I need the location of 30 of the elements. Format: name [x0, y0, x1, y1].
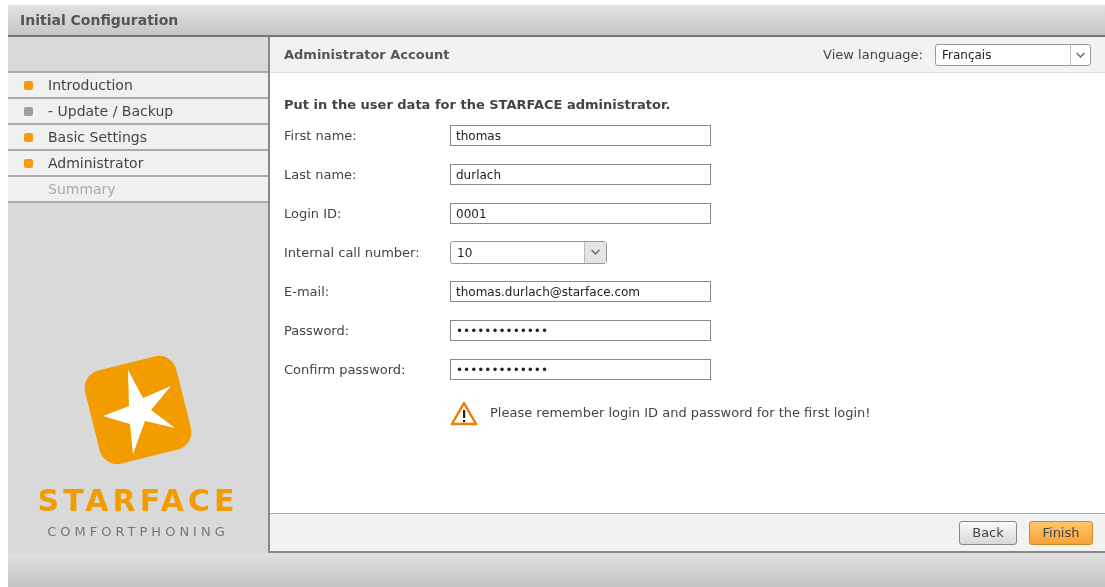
language-label: View language:	[823, 45, 923, 64]
input-field[interactable]: thomas	[450, 125, 711, 146]
field-label: E-mail:	[284, 282, 331, 301]
field-label: First name:	[284, 126, 358, 145]
field-label: Internal call number:	[284, 243, 421, 262]
warning-icon	[450, 400, 478, 426]
action-button[interactable]: Back	[959, 520, 1017, 545]
logo-tagline: COMFORTPHONING	[47, 522, 229, 541]
input-field[interactable]: 0001	[450, 203, 711, 224]
sidebar-item[interactable]: - Update / Backup	[8, 99, 268, 125]
sidebar-item[interactable]: Basic Settings	[8, 125, 268, 151]
section-title: Administrator Account	[284, 45, 450, 64]
field-label: Login ID:	[284, 204, 343, 223]
field-label: Confirm password:	[284, 360, 407, 379]
logo-wordmark: STARFACE	[37, 485, 239, 516]
number-dropdown[interactable]: 10	[450, 241, 607, 264]
input-field[interactable]: •••••••••••••	[450, 320, 711, 341]
language-dropdown[interactable]: Français	[935, 43, 1091, 66]
caret-icon	[584, 242, 606, 263]
input-field[interactable]: durlach	[450, 164, 711, 185]
sidebar-item[interactable]: Introduction	[8, 73, 268, 99]
instruction-text: Put in the user data for the STARFACE administrator.	[284, 96, 672, 114]
field-label: Password:	[284, 321, 351, 340]
window-title: Initial Configuration	[20, 10, 179, 30]
input-field[interactable]: thomas.durlach@starface.com	[450, 281, 711, 302]
warning-text: Please remember login ID and password for the first login!	[490, 404, 871, 423]
sidebar-item[interactable]: Administrator	[8, 151, 268, 177]
action-button[interactable]: Finish	[1029, 520, 1093, 545]
field-label: Last name:	[284, 165, 358, 184]
input-field[interactable]: •••••••••••••	[450, 359, 711, 380]
